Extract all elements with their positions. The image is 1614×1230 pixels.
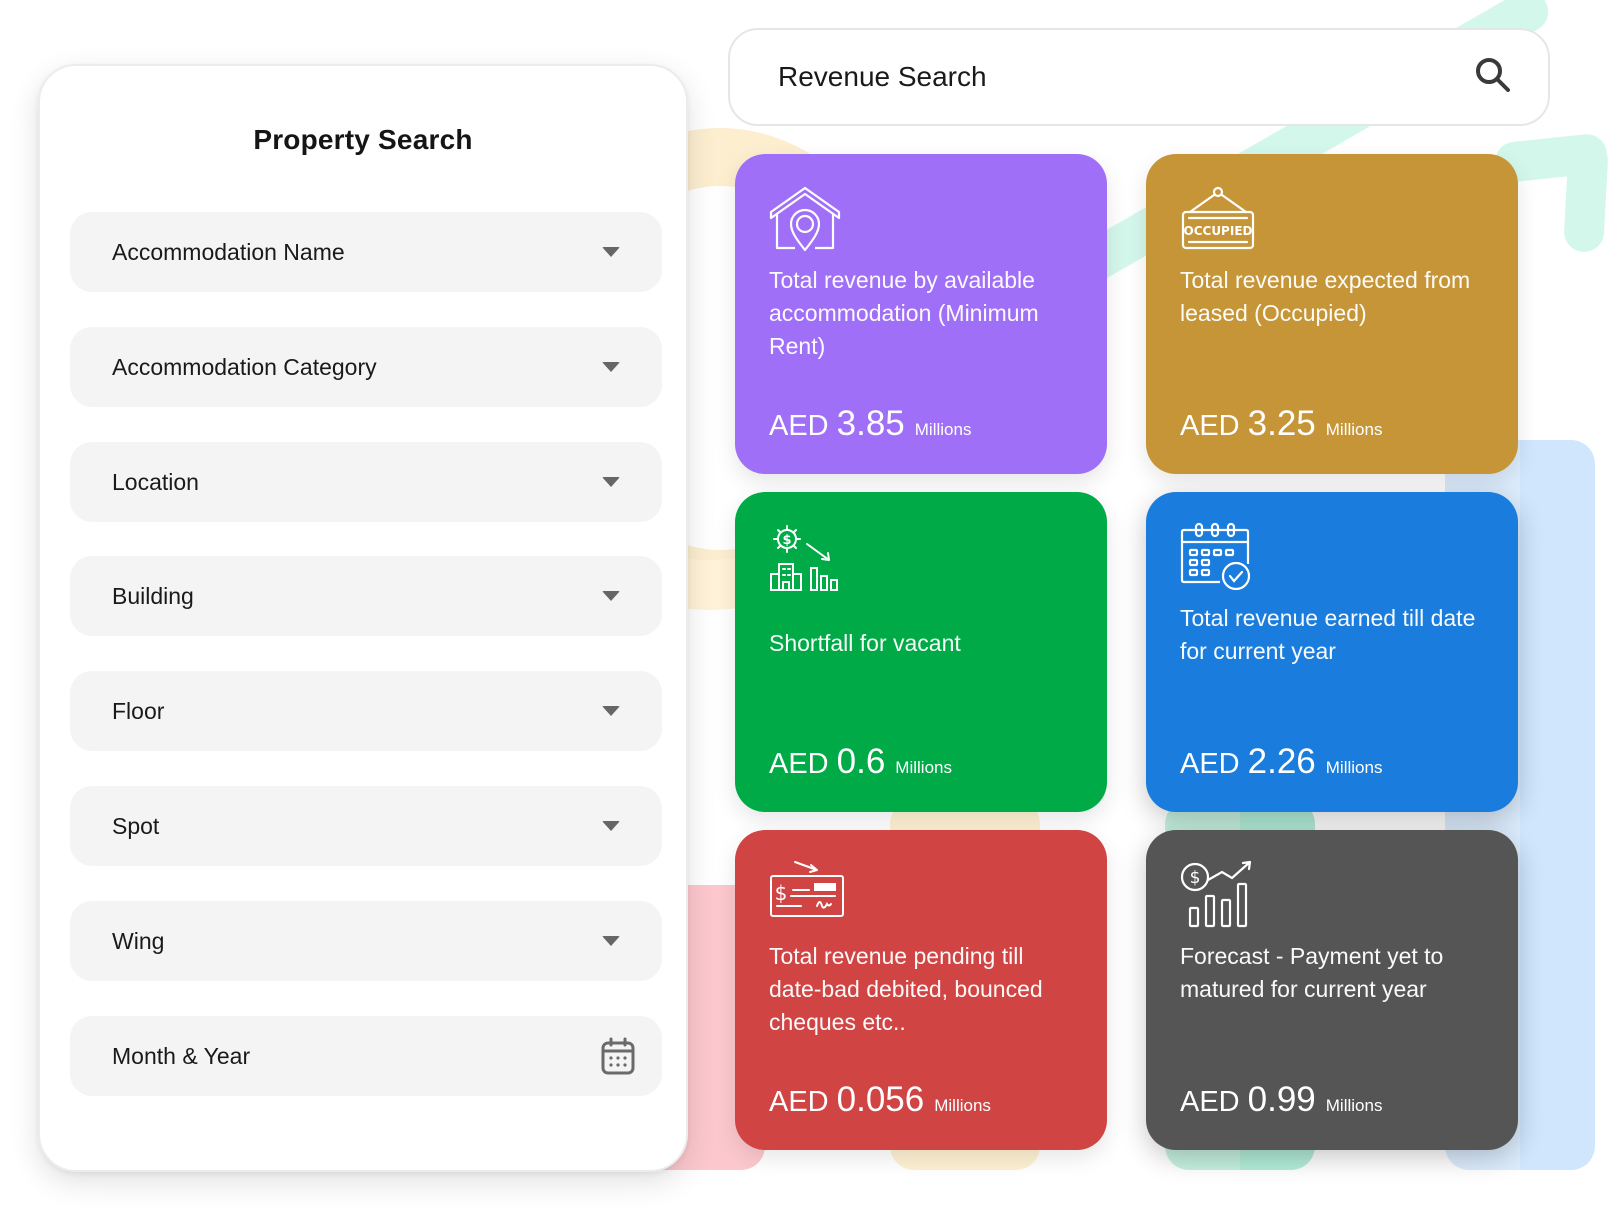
panel-title: Property Search [253,124,473,155]
card-currency: AED [1180,1086,1240,1118]
card-unit: Millions [1325,1096,1383,1115]
card-value: AED 3.85 Millions [769,404,971,444]
month-year-picker[interactable]: Month & Year [70,1016,662,1096]
card-currency: AED [1180,748,1240,780]
card-amount: 3.25 [1247,404,1316,443]
svg-text:$: $ [1190,868,1201,888]
card-unit: Millions [934,1096,991,1115]
revenue-card-forecast[interactable]: $ Forecast - Payment yet to matured for … [1146,830,1518,1150]
revenue-card-leased-occupied[interactable]: OCCUPIED Total revenue expected from lea… [1146,154,1518,474]
card-title: Total revenue earned till date for curre… [1180,605,1476,664]
field-label: Location [112,468,199,495]
caret-down-icon [602,936,620,946]
caret-down-icon [602,477,620,487]
field-label: Floor [112,697,165,724]
calendar-icon[interactable] [600,1036,636,1076]
field-label: Accommodation Name [112,238,345,265]
revenue-search-bar [728,28,1550,126]
card-amount: 3.85 [836,404,905,443]
accommodation-category-dropdown[interactable]: Accommodation Category [70,327,662,407]
caret-down-icon [602,362,620,372]
house-location-icon [769,184,1073,256]
svg-text:OCCUPIED: OCCUPIED [1184,224,1253,238]
card-title: Shortfall for vacant [769,630,961,656]
search-icon[interactable] [1474,56,1512,99]
caret-down-icon [602,247,620,257]
card-unit: Millions [1325,758,1383,777]
card-unit: Millions [1325,420,1383,439]
bounced-cheque-icon: $ [769,860,1073,932]
card-amount: 0.056 [836,1080,925,1119]
spot-dropdown[interactable]: Spot [70,786,662,866]
revenue-card-earned-current-year[interactable]: Total revenue earned till date for curre… [1146,492,1518,812]
occupied-sign-icon: OCCUPIED [1180,184,1484,256]
card-currency: AED [769,410,829,442]
svg-text:$: $ [782,533,791,548]
card-title: Forecast - Payment yet to matured for cu… [1180,943,1444,1002]
field-label: Accommodation Category [112,353,377,380]
card-amount: 0.99 [1247,1080,1316,1119]
field-label: Wing [112,927,165,954]
revenue-card-shortfall-vacant[interactable]: $ Shortfall for vacant AED 0.6 Millions [735,492,1107,812]
revenue-card-available-accommodation[interactable]: Total revenue by available accommodation… [735,154,1107,474]
card-value: AED 3.25 Millions [1180,404,1382,444]
card-amount: 2.26 [1247,742,1316,781]
background-growth-arrow-head [1563,139,1609,253]
svg-text:$: $ [775,881,788,905]
card-unit: Millions [895,758,952,777]
caret-down-icon [602,706,620,716]
card-value: AED 0.056 Millions [769,1080,991,1120]
card-value: AED 0.6 Millions [769,742,952,782]
accommodation-name-dropdown[interactable]: Accommodation Name [70,212,662,292]
calendar-check-icon [1180,522,1484,594]
card-currency: AED [769,748,829,780]
forecast-growth-chart-icon: $ [1180,860,1484,932]
card-value: AED 2.26 Millions [1180,742,1382,782]
location-dropdown[interactable]: Location [70,442,662,522]
card-unit: Millions [914,420,972,439]
card-title: Total revenue expected from leased (Occu… [1180,267,1471,326]
revenue-decline-building-icon: $ [769,522,1073,594]
card-currency: AED [769,1086,829,1118]
building-dropdown[interactable]: Building [70,556,662,636]
caret-down-icon [602,821,620,831]
card-value: AED 0.99 Millions [1180,1080,1382,1120]
card-title: Total revenue by available accommodation… [769,267,1039,359]
revenue-card-pending-bounced[interactable]: $ Total revenue pending till date-bad de… [735,830,1107,1150]
card-title: Total revenue pending till date-bad debi… [769,943,1043,1035]
field-label: Building [112,582,194,609]
card-amount: 0.6 [836,742,886,781]
property-search-panel: Property Search Accommodation Name Accom… [38,64,688,1172]
wing-dropdown[interactable]: Wing [70,901,662,981]
field-label: Month & Year [112,1042,251,1069]
caret-down-icon [602,591,620,601]
card-currency: AED [1180,410,1240,442]
field-label: Spot [112,812,160,839]
revenue-search-input[interactable] [778,61,1474,93]
floor-dropdown[interactable]: Floor [70,671,662,751]
